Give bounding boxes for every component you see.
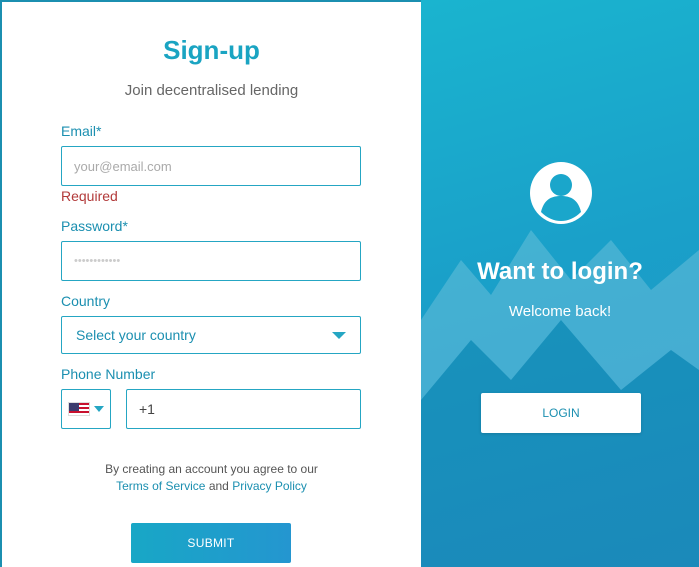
login-title: Want to login? — [477, 258, 643, 285]
password-label: Password* — [61, 218, 128, 234]
password-field[interactable]: •••••••••••• — [61, 241, 361, 281]
country-select-value: Select your country — [76, 327, 196, 343]
phone-input[interactable]: +1 — [126, 389, 361, 429]
submit-button[interactable]: SUBMIT — [131, 523, 291, 563]
email-field[interactable]: your@email.com — [61, 146, 361, 186]
us-flag-icon — [68, 402, 90, 416]
phone-label: Phone Number — [61, 366, 156, 382]
chevron-down-icon — [332, 331, 346, 339]
country-select[interactable]: Select your country — [61, 316, 361, 354]
terms-notice: By creating an account you agree to our … — [2, 461, 421, 495]
signup-subtitle: Join decentralised lending — [124, 82, 299, 99]
terms-of-service-link[interactable]: Terms of Service — [116, 479, 205, 493]
login-button[interactable]: LOGIN — [481, 393, 641, 433]
privacy-policy-link[interactable]: Privacy Policy — [232, 479, 307, 493]
mountain-background — [421, 230, 699, 567]
signup-panel: Sign-up Join decentralised lending Email… — [2, 2, 421, 567]
login-subtitle: Welcome back! — [508, 303, 612, 320]
signup-title: Sign-up — [163, 35, 260, 65]
chevron-down-icon — [94, 406, 104, 412]
user-circle-icon — [530, 162, 592, 224]
email-label: Email* — [61, 123, 102, 139]
country-label: Country — [61, 293, 111, 309]
login-panel: Want to login? Welcome back! LOGIN — [421, 0, 699, 567]
terms-prefix: By creating an account you agree to our — [105, 462, 318, 476]
terms-and: and — [208, 479, 229, 493]
phone-country-picker[interactable] — [61, 389, 111, 429]
email-error: Required — [61, 188, 118, 204]
